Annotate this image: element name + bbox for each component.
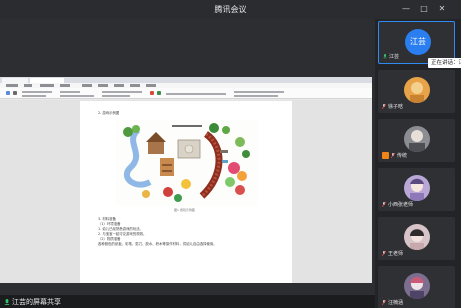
avatar-image — [410, 178, 424, 201]
avatar — [404, 175, 430, 201]
speaking-indicator: 正在讲话：江芸 — [428, 58, 461, 68]
avatar — [404, 126, 430, 152]
doc-line: （1）环境准备 — [98, 222, 121, 226]
doc-line: 各种颜色的纸板、彩笔、剪刀、胶水、积木等操作材料，供幼儿自由选择使用。 — [98, 242, 217, 246]
participant-name-row: 王老师 — [382, 250, 403, 257]
participant-name: 汪楠涵 — [388, 300, 404, 306]
avatar-image — [410, 82, 424, 103]
screen-share-label: 江芸的屏幕共享 — [4, 297, 61, 307]
participant-name: 王老师 — [388, 251, 404, 257]
mic-muted-icon — [382, 104, 386, 109]
shared-screen-area: 2. 游戏示例图 图1 游戏示例图 3. 材料准备 （1）环境准备 1. 幼儿已… — [0, 19, 375, 295]
mic-icon — [383, 54, 387, 59]
mic-muted-icon — [382, 300, 386, 305]
avatar — [404, 77, 430, 103]
participant-name-row: 徐子晗 — [382, 103, 403, 110]
doc-line: 1. 幼儿已经熟悉游戏的玩法。 — [98, 227, 143, 231]
meeting-window: 腾讯会议 — □ ✕ 2. 游戏示例图 图1 游戏示例图 3. 材料准备 （1）… — [0, 0, 461, 308]
figure-caption: 图1 游戏示例图 — [174, 208, 195, 212]
participant-name-row: 小西张老师 — [382, 201, 413, 208]
window-title: 腾讯会议 — [214, 5, 247, 14]
avatar — [404, 224, 430, 250]
document-canvas[interactable]: 2. 游戏示例图 图1 游戏示例图 3. 材料准备 （1）环境准备 1. 幼儿已… — [0, 100, 372, 283]
participant-tile[interactable]: 传统 — [378, 119, 455, 162]
participant-tile[interactable]: 王老师 — [378, 217, 455, 260]
participant-tile[interactable]: 徐子晗 — [378, 70, 455, 113]
avatar-image — [410, 277, 424, 299]
avatar-initials: 江芸 — [410, 37, 426, 46]
doc-line: 3. 材料准备 — [98, 217, 116, 221]
title-bar: 腾讯会议 — □ ✕ — [0, 0, 461, 19]
doc-line: （2）物质准备 — [98, 237, 121, 241]
avatar — [404, 273, 430, 299]
mic-muted-icon — [382, 202, 386, 207]
mic-icon — [4, 298, 10, 305]
game-illustration — [116, 120, 258, 206]
participant-name-row: 江芸 — [383, 53, 399, 60]
minimize-icon[interactable]: — — [400, 3, 412, 15]
participant-tile[interactable]: 汪楠涵 — [378, 266, 455, 308]
participant-name: 徐子晗 — [388, 104, 404, 110]
avatar-image — [409, 130, 425, 152]
wps-ribbon — [0, 88, 372, 99]
document-page: 2. 游戏示例图 图1 游戏示例图 3. 材料准备 （1）环境准备 1. 幼儿已… — [80, 101, 292, 283]
participant-tile[interactable]: 小西张老师 — [378, 168, 455, 211]
participant-name-row: 传统 — [382, 152, 407, 159]
avatar: 江芸 — [405, 29, 431, 55]
mic-muted-icon — [391, 153, 395, 158]
maximize-icon[interactable]: □ — [418, 3, 430, 15]
mic-muted-icon — [382, 251, 386, 256]
participant-name: 江芸 — [389, 54, 400, 60]
host-icon — [382, 152, 389, 159]
bottom-bar: 江芸的屏幕共享 — [0, 295, 375, 308]
participant-name: 传统 — [397, 153, 408, 159]
participant-name: 小西张老师 — [388, 202, 414, 208]
close-icon[interactable]: ✕ — [436, 3, 448, 15]
participant-name-row: 汪楠涵 — [382, 299, 403, 306]
screen-share-text: 江芸的屏幕共享 — [12, 298, 61, 306]
avatar-image — [410, 229, 424, 250]
doc-heading: 2. 游戏示例图 — [98, 111, 120, 115]
doc-line: 2. 与宝宝一起讨论游戏的规则。 — [98, 232, 147, 236]
shared-screen: 2. 游戏示例图 图1 游戏示例图 3. 材料准备 （1）环境准备 1. 幼儿已… — [0, 77, 372, 283]
